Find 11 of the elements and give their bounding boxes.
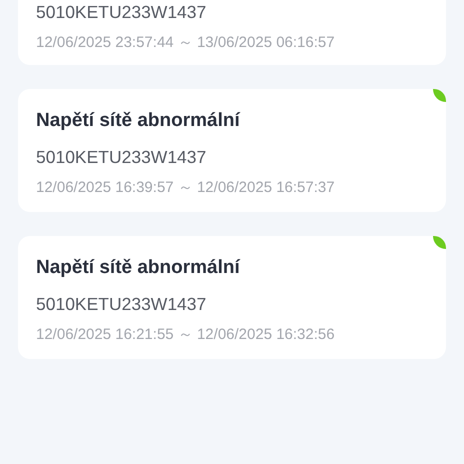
- time-range: 12/06/2025 23:57:44 ～ 13/06/2025 06:16:57: [36, 33, 336, 53]
- time-range: 12/06/2025 16:21:55 ～ 12/06/2025 16:32:56: [36, 325, 336, 345]
- time-range: 12/06/2025 16:39:57 ～ 12/06/2025 16:57:37: [36, 178, 336, 198]
- serial-number: 5010KETU233W1437: [36, 146, 208, 169]
- serial-number: 5010KETU233W1437: [36, 1, 208, 24]
- alarm-card[interactable]: Napětí sítě abnormální 5010KETU233W1437 12/06/2025 16:21:55 ～ 12/06/2025 16:32:56: [18, 236, 446, 359]
- alarm-card[interactable]: Napětí sítě abnormální 5010KETU233W1437 12/06/2025 16:39:57 ～ 12/06/2025 16:57:37: [18, 89, 446, 212]
- alarm-title: Napětí sítě abnormální: [36, 109, 242, 133]
- serial-number: 5010KETU233W1437: [36, 293, 208, 316]
- alarm-card[interactable]: 5010KETU233W1437 12/06/2025 23:57:44 ～ 13/06/2025 06:16:57: [18, 0, 446, 65]
- alarm-title: Napětí sítě abnormální: [36, 256, 242, 280]
